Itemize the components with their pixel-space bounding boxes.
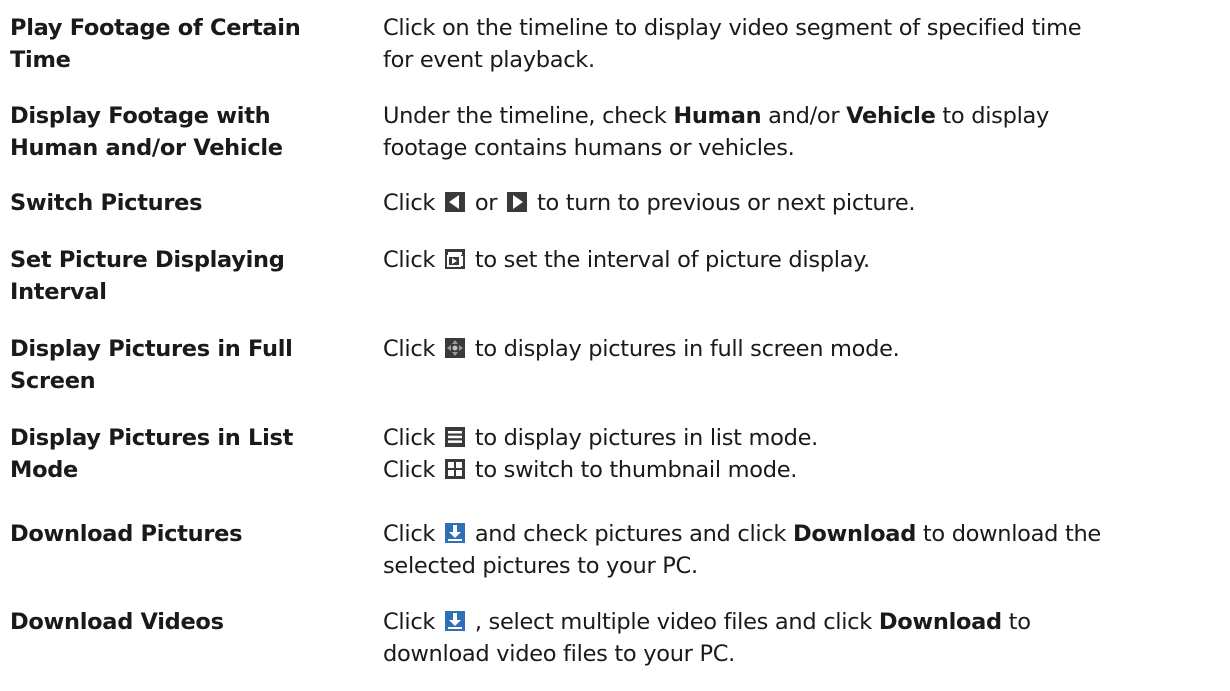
desc-text: and/or [761, 103, 847, 129]
desc-text: Click [383, 521, 442, 547]
term-line: Play Footage of Certain [10, 15, 301, 41]
human-label: Human [673, 103, 762, 129]
download-label: Download [878, 609, 1002, 635]
desc-line: selected pictures to your PC. [383, 553, 698, 579]
row-term: Display Pictures in Full Screen [10, 333, 350, 397]
desc-text: Click [383, 190, 442, 216]
desc-text: to set the interval of picture display. [467, 247, 870, 273]
desc-line: for event playback. [383, 47, 595, 73]
row-term: Display Footage with Human and/or Vehicl… [10, 100, 350, 164]
desc-text: or [467, 190, 505, 216]
term-line: Interval [10, 279, 107, 305]
vehicle-label: Vehicle [846, 103, 936, 129]
desc-text: and check pictures and click [467, 521, 793, 547]
desc-text: Click [383, 609, 442, 635]
desc-text: to [1001, 609, 1031, 635]
desc-text: to display pictures in list mode. [467, 425, 818, 451]
row-term: Switch Pictures [10, 187, 350, 219]
term-line: Mode [10, 457, 79, 483]
term-line: Time [10, 47, 71, 73]
row-description: Click to set the interval of picture dis… [383, 244, 1213, 276]
desc-text: , select multiple video files and click [467, 609, 879, 635]
row-description: Click on the timeline to display video s… [383, 12, 1213, 76]
term-line: Screen [10, 368, 96, 394]
thumbnail-mode-icon [444, 458, 466, 480]
desc-text: Click [383, 247, 442, 273]
download-label: Download [793, 521, 916, 547]
desc-text: to display [935, 103, 1050, 129]
picture-interval-icon [444, 248, 466, 270]
full-screen-icon [444, 337, 466, 359]
row-description: Click to display pictures in full screen… [383, 333, 1213, 365]
list-mode-icon [444, 426, 466, 448]
term-line: Display Footage with [10, 103, 271, 129]
desc-text: to turn to previous or next picture. [530, 190, 916, 216]
desc-line: Click , select multiple video files and … [383, 606, 1213, 638]
desc-text: Click [383, 336, 442, 362]
desc-line: Click to switch to thumbnail mode. [383, 454, 1213, 486]
desc-line: Click on the timeline to display video s… [383, 15, 1082, 41]
row-term: Download Videos [10, 606, 350, 638]
desc-text: to download the [916, 521, 1101, 547]
term-line: Display Pictures in Full [10, 336, 293, 362]
row-description: Click , select multiple video files and … [383, 606, 1213, 670]
previous-picture-icon [444, 191, 466, 213]
desc-text: Click [383, 457, 442, 483]
desc-line: Click and check pictures and click Downl… [383, 518, 1213, 550]
row-term: Download Pictures [10, 518, 350, 550]
desc-text: to display pictures in full screen mode. [467, 336, 900, 362]
row-description: Under the timeline, check Human and/or V… [383, 100, 1213, 164]
desc-line: Click to set the interval of picture dis… [383, 244, 1213, 276]
next-picture-icon [506, 191, 528, 213]
desc-text: Click [383, 425, 442, 451]
desc-line: download video files to your PC. [383, 641, 736, 667]
desc-line: Click to display pictures in full screen… [383, 333, 1213, 365]
term-line: Download Pictures [10, 521, 243, 547]
desc-line: footage contains humans or vehicles. [383, 135, 795, 161]
desc-line: Under the timeline, check Human and/or V… [383, 100, 1213, 132]
term-line: Download Videos [10, 609, 224, 635]
row-description: Click or to turn to previous or next pic… [383, 187, 1213, 219]
row-term: Display Pictures in List Mode [10, 422, 350, 486]
download-icon [444, 522, 466, 544]
desc-line: Click to display pictures in list mode. [383, 422, 1213, 454]
row-term: Set Picture Displaying Interval [10, 244, 350, 308]
download-icon [444, 610, 466, 632]
row-term: Play Footage of Certain Time [10, 12, 350, 76]
term-line: Human and/or Vehicle [10, 135, 283, 161]
row-description: Click to display pictures in list mode. … [383, 422, 1213, 486]
desc-text: Under the timeline, check [383, 103, 674, 129]
desc-text: to switch to thumbnail mode. [467, 457, 798, 483]
term-line: Switch Pictures [10, 190, 203, 216]
term-line: Display Pictures in List [10, 425, 294, 451]
desc-line: Click or to turn to previous or next pic… [383, 187, 1213, 219]
row-description: Click and check pictures and click Downl… [383, 518, 1213, 582]
term-line: Set Picture Displaying [10, 247, 285, 273]
